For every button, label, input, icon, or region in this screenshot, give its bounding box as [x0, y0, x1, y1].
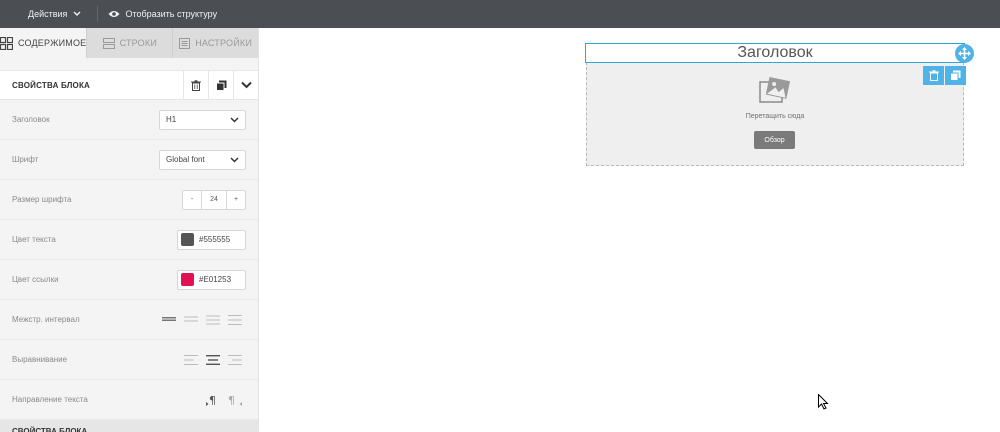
line-height-normal-icon	[184, 316, 198, 321]
line-height-wide-icon	[206, 315, 220, 324]
direction-label: Направление текста	[12, 395, 88, 404]
line-height-label: Межстр. интервал	[12, 315, 80, 324]
font-row: Шрифт Global font	[0, 140, 258, 180]
heading-select[interactable]: H1	[159, 109, 246, 130]
svg-text:¶: ¶	[228, 394, 235, 406]
line-height-tight-icon	[162, 316, 176, 321]
line-height-tight-button[interactable]	[158, 315, 180, 325]
move-icon	[958, 47, 971, 60]
text-color-swatch	[181, 233, 194, 246]
text-direction-rtl-icon: ¶	[228, 394, 242, 406]
show-structure-button[interactable]: Отобразить структуру	[98, 0, 225, 28]
align-right-icon	[228, 354, 242, 365]
link-color-value: #E01253	[199, 275, 232, 284]
settings-icon	[179, 37, 191, 49]
align-center-icon	[206, 354, 220, 365]
actions-menu[interactable]: Действия	[0, 6, 99, 22]
chevron-down-icon	[73, 11, 81, 16]
delete-image-block-button[interactable]	[923, 66, 944, 85]
duplicate-block-button[interactable]	[208, 70, 233, 100]
font-label: Шрифт	[12, 155, 39, 164]
text-color-value: #555555	[199, 235, 231, 244]
font-size-decrement-button[interactable]: -	[183, 191, 201, 209]
block-properties-title: СВОЙСТВА БЛОКА	[12, 80, 91, 90]
heading-label: Заголовок	[12, 115, 50, 124]
line-height-options	[158, 314, 246, 325]
trash-icon	[928, 70, 939, 81]
align-label: Выравнивание	[12, 355, 68, 364]
line-height-normal-button[interactable]	[180, 315, 202, 325]
browse-button[interactable]: Обзор	[754, 131, 795, 149]
actions-label: Действия	[28, 9, 68, 19]
line-height-row: Межстр. интервал	[0, 300, 258, 340]
align-right-button[interactable]	[224, 354, 246, 365]
font-size-increment-button[interactable]: +	[227, 191, 245, 209]
direction-ltr-button[interactable]: ¶	[202, 394, 224, 406]
tab-rows[interactable]: СТРОКИ	[87, 28, 174, 58]
font-select[interactable]: Global font	[159, 149, 246, 170]
text-color-picker[interactable]: #555555	[177, 229, 246, 250]
link-color-label: Цвет ссылки	[12, 275, 59, 284]
line-height-widest-icon	[228, 314, 242, 325]
duplicate-image-block-button[interactable]	[945, 66, 966, 85]
align-row: Выравнивание	[0, 340, 258, 380]
sidebar: СОДЕРЖИМОЕ СТРОКИ НАСТРОЙКИ СВОЙСТВА БЛО…	[0, 28, 259, 432]
align-left-button[interactable]	[180, 354, 202, 365]
text-direction-ltr-icon: ¶	[206, 394, 216, 406]
align-left-icon	[184, 354, 198, 365]
font-size-label: Размер шрифта	[12, 195, 72, 204]
direction-rtl-button[interactable]: ¶	[224, 394, 246, 406]
chevron-down-icon	[230, 116, 239, 123]
top-toolbar: Действия Отобразить структуру	[0, 0, 1000, 28]
text-color-label: Цвет текста	[12, 235, 56, 244]
link-color-picker[interactable]: #E01253	[177, 269, 246, 290]
collapse-button[interactable]	[233, 70, 258, 100]
block-properties-header: СВОЙСТВА БЛОКА	[0, 70, 258, 100]
svg-text:¶: ¶	[209, 394, 216, 406]
heading-block[interactable]: Заголовок	[585, 43, 965, 63]
tab-rows-label: СТРОКИ	[119, 38, 157, 48]
font-size-row: Размер шрифта - 24 +	[0, 180, 258, 220]
tab-settings-label: НАСТРОЙКИ	[195, 38, 252, 48]
chevron-down-icon	[240, 81, 252, 89]
tab-content-label: СОДЕРЖИМОЕ	[18, 38, 87, 48]
font-value: Global font	[166, 155, 205, 164]
move-handle[interactable]	[955, 44, 974, 63]
align-options	[180, 354, 246, 365]
text-color-row: Цвет текста #555555	[0, 220, 258, 260]
heading-value: H1	[166, 115, 177, 124]
show-structure-label: Отобразить структуру	[125, 9, 218, 19]
line-height-wide-button[interactable]	[202, 315, 224, 325]
tab-settings[interactable]: НАСТРОЙКИ	[173, 28, 258, 58]
block-properties-footer[interactable]: СВОЙСТВА БЛОКА	[0, 420, 258, 432]
line-height-widest-button[interactable]	[224, 314, 246, 325]
link-color-swatch	[181, 273, 194, 286]
trash-icon	[191, 79, 201, 91]
tab-content[interactable]: СОДЕРЖИМОЕ	[0, 28, 88, 58]
duplicate-icon	[215, 80, 226, 91]
direction-options: ¶ ¶	[202, 394, 246, 406]
drop-here-text: Перетащить сюда	[745, 113, 805, 120]
link-color-row: Цвет ссылки #E01253	[0, 260, 258, 300]
direction-row: Направление текста ¶ ¶	[0, 380, 258, 420]
duplicate-icon	[950, 70, 961, 81]
font-size-stepper: - 24 +	[182, 189, 246, 210]
sidebar-tabs: СОДЕРЖИМОЕ СТРОКИ НАСТРОЙКИ	[0, 28, 258, 58]
mouse-cursor-icon	[818, 394, 829, 410]
heading-row: Заголовок H1	[0, 100, 258, 140]
delete-block-button[interactable]	[183, 70, 208, 100]
chevron-down-icon	[230, 156, 239, 163]
image-placeholder-icon	[759, 76, 790, 103]
rows-icon	[102, 37, 115, 49]
eye-icon	[108, 11, 120, 17]
align-center-button[interactable]	[202, 354, 224, 365]
font-size-input[interactable]: 24	[201, 190, 227, 209]
block-toolbar	[922, 66, 966, 85]
content-grid-icon	[0, 36, 13, 50]
